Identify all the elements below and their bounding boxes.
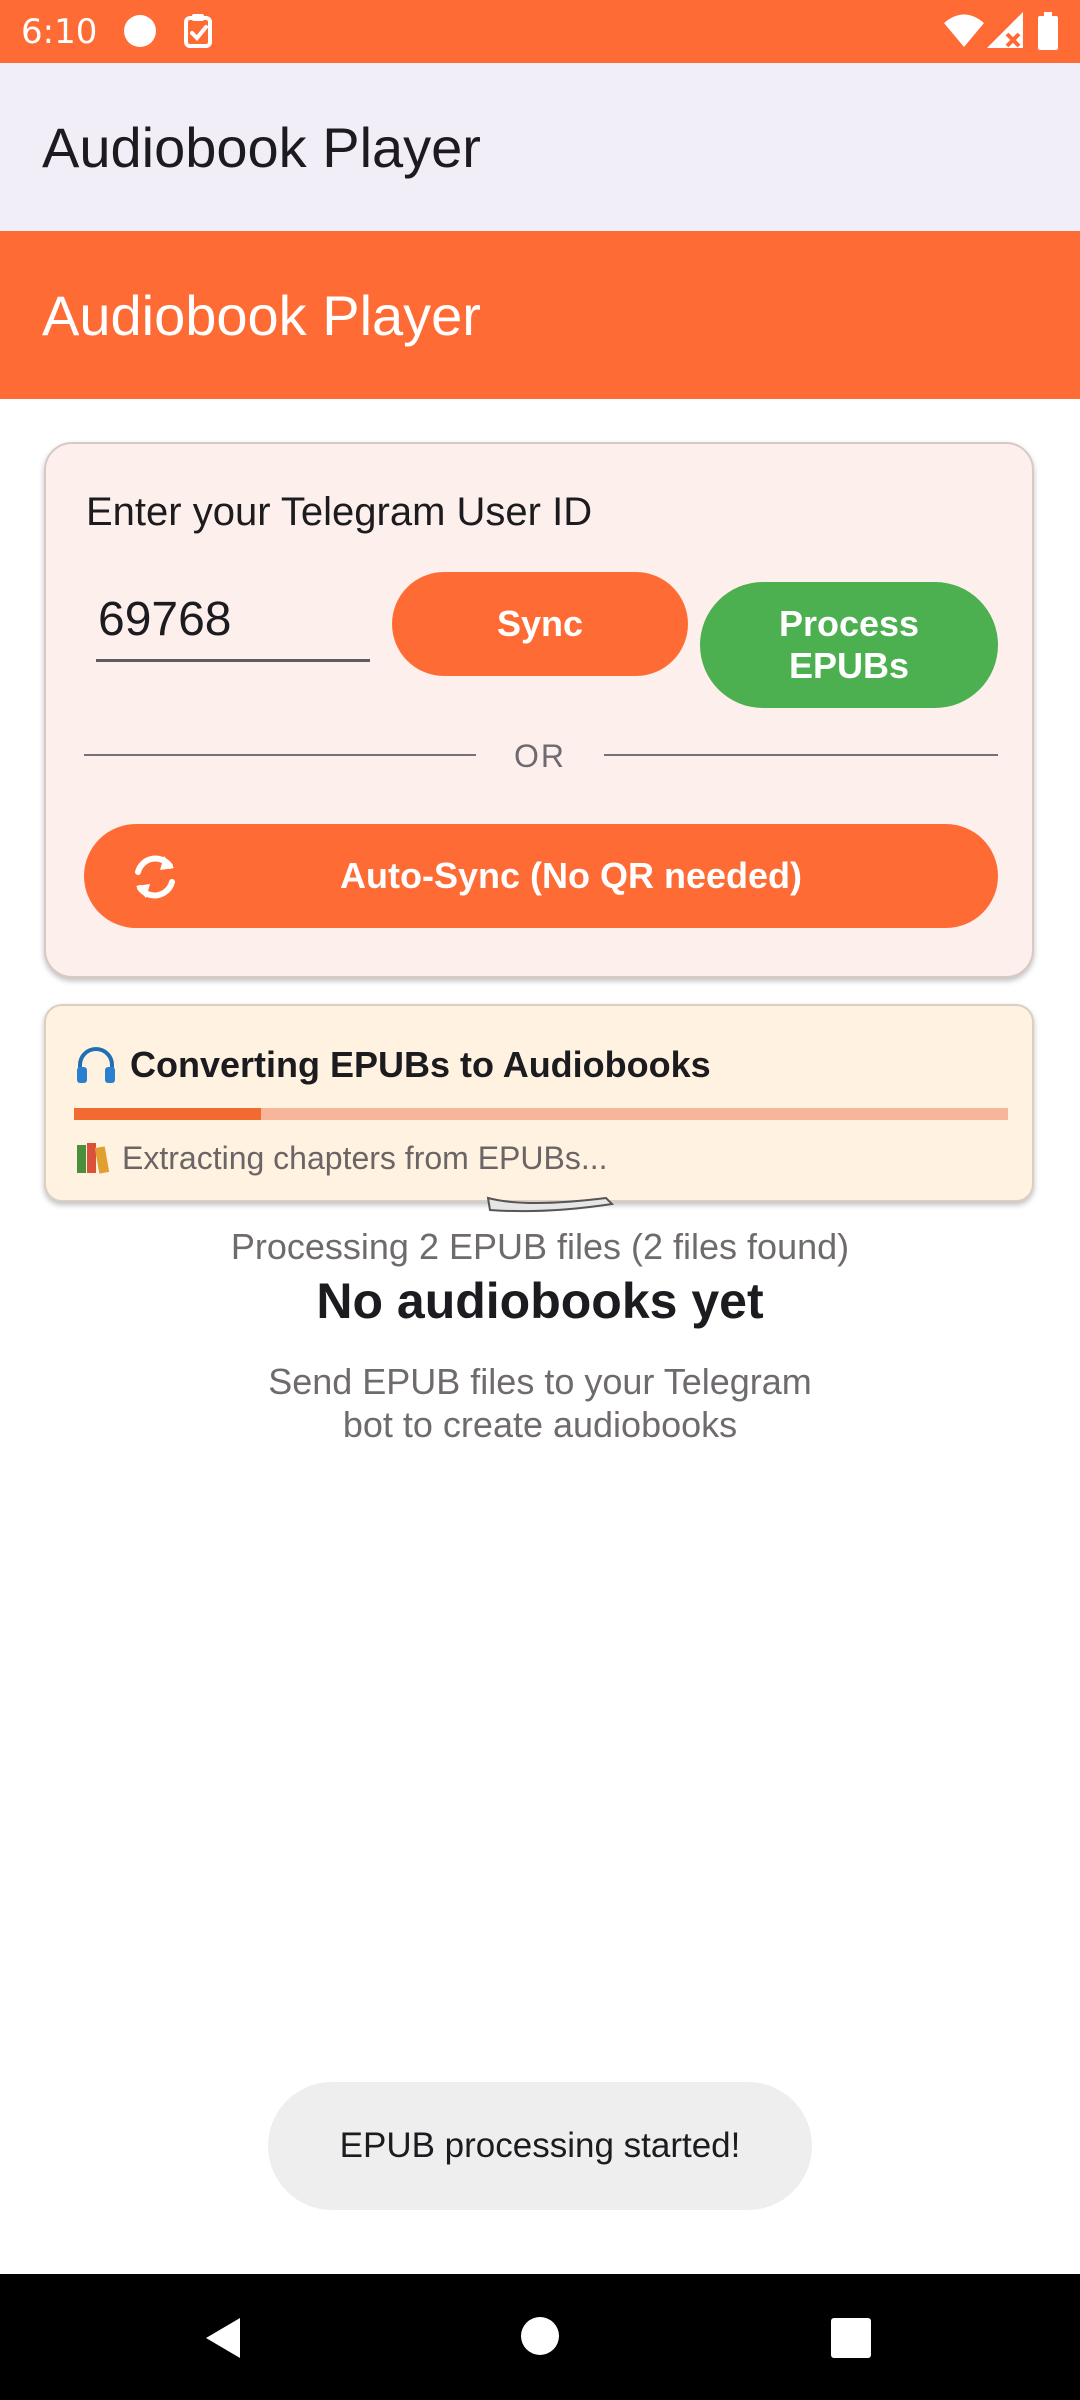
sync-button-label: Sync <box>496 603 584 644</box>
home-icon[interactable] <box>520 2316 560 2356</box>
user-id-label: Enter your Telegram User ID <box>86 490 593 534</box>
battery-icon <box>1038 12 1058 50</box>
clipboard-check-icon <box>184 14 212 48</box>
user-id-field[interactable] <box>96 582 372 662</box>
empty-state-illustration <box>486 1196 614 1213</box>
progress-bar <box>74 1108 1008 1120</box>
top-app-bar: Audiobook Player <box>0 63 1080 231</box>
conversion-progress-card: Converting EPUBs to Audiobooks Extractin… <box>44 1004 1034 1202</box>
wifi-icon <box>944 14 984 47</box>
progress-status-row: Extracting chapters from EPUBs... <box>74 1136 608 1180</box>
process-epubs-button-label: Process EPUBs <box>778 603 920 686</box>
progress-status-text: Extracting chapters from EPUBs... <box>122 1139 608 1176</box>
auto-sync-button-label: Auto-Sync (No QR needed) <box>339 855 802 896</box>
sync-button[interactable]: Sync <box>392 572 688 676</box>
status-time: 6:10 <box>21 12 98 52</box>
system-nav-bar <box>0 2274 1080 2400</box>
toast-text: EPUB processing started! <box>339 2126 741 2165</box>
recents-icon[interactable] <box>830 2318 872 2358</box>
processing-info-text: Processing 2 EPUB files (2 files found) <box>230 1226 850 1267</box>
auto-sync-button[interactable]: Auto-Sync (No QR needed) <box>84 824 998 928</box>
sync-card: Enter your Telegram User ID Sync Process… <box>44 442 1034 978</box>
divider-line <box>84 754 476 756</box>
progress-bar-fill <box>74 1108 261 1120</box>
divider-line <box>604 754 998 756</box>
user-id-input[interactable] <box>96 582 372 656</box>
empty-state-subtitle: Send EPUB files to your Telegram bot to … <box>268 1361 812 1445</box>
toast-message: EPUB processing started! <box>268 2082 812 2210</box>
signal-icon <box>987 12 1023 48</box>
process-epubs-button[interactable]: Process EPUBs <box>700 582 998 708</box>
back-icon[interactable] <box>200 2314 248 2362</box>
circle-icon <box>124 15 156 47</box>
empty-state-title: No audiobooks yet <box>316 1273 764 1329</box>
status-bar: 6:10 <box>0 0 1080 63</box>
progress-title-row: Converting EPUBs to Audiobooks <box>74 1040 711 1090</box>
progress-title: Converting EPUBs to Audiobooks <box>130 1044 711 1085</box>
header-title: Audiobook Player <box>42 283 481 347</box>
books-icon <box>77 1143 110 1174</box>
or-divider: OR <box>84 736 998 776</box>
app-bar-title: Audiobook Player <box>42 115 481 179</box>
headphones-icon <box>77 1047 115 1083</box>
or-text: OR <box>514 738 566 774</box>
header-bar: Audiobook Player <box>0 231 1080 399</box>
